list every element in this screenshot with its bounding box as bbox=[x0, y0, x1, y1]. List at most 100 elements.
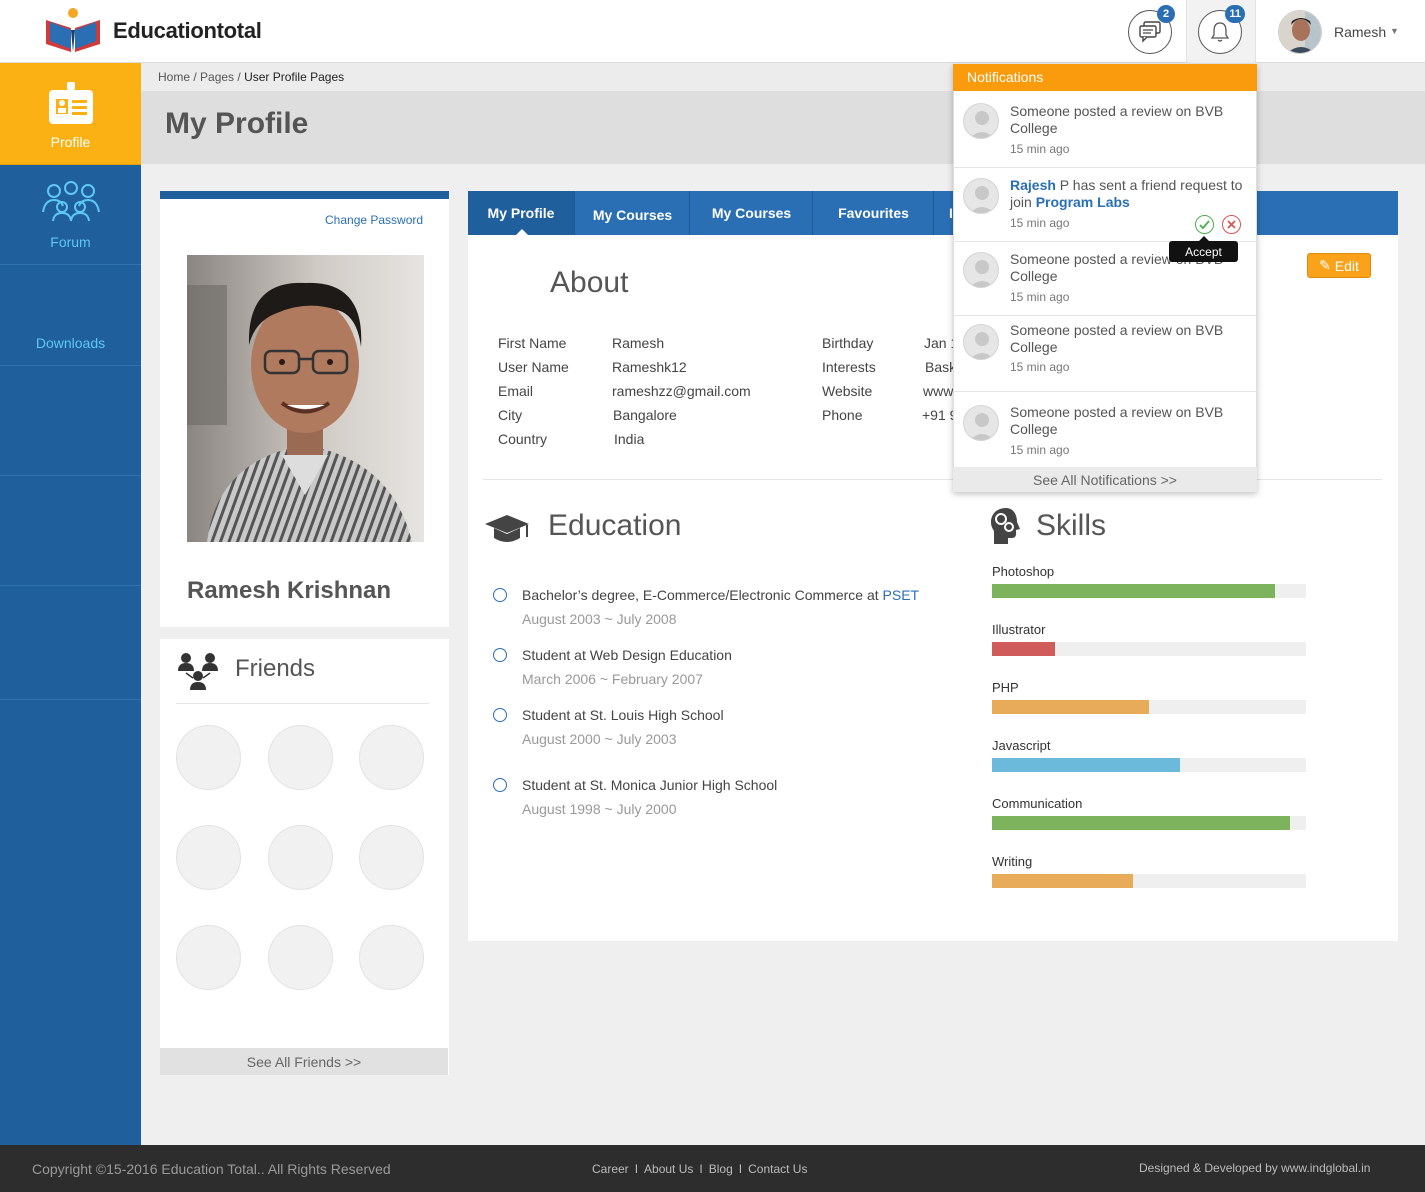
active-tab-indicator bbox=[516, 229, 528, 235]
timeline-dot bbox=[493, 778, 507, 792]
divider bbox=[176, 703, 429, 704]
friends-icon bbox=[177, 651, 219, 696]
reject-button[interactable] bbox=[1222, 215, 1241, 234]
footer-link-career[interactable]: Career bbox=[592, 1162, 629, 1176]
timeline-dot bbox=[493, 648, 507, 662]
check-icon bbox=[1199, 219, 1210, 229]
notifications-badge: 11 bbox=[1225, 5, 1245, 23]
skill-bar-fill bbox=[992, 642, 1055, 656]
skill-bar bbox=[992, 816, 1306, 830]
friend-avatar[interactable] bbox=[176, 725, 241, 790]
friends-title: Friends bbox=[235, 655, 316, 682]
friend-avatar[interactable] bbox=[268, 725, 333, 790]
friend-avatar[interactable] bbox=[268, 825, 333, 890]
messages-button[interactable]: 2 bbox=[1128, 5, 1175, 54]
footer-link-contact[interactable]: Contact Us bbox=[748, 1162, 807, 1176]
sidebar-item-label: Forum bbox=[50, 234, 91, 250]
see-all-notifications-link[interactable]: See All Notifications >> bbox=[953, 467, 1257, 492]
messages-badge: 2 bbox=[1157, 5, 1175, 23]
chat-icon bbox=[1139, 21, 1161, 43]
field-value: Bask bbox=[925, 359, 957, 375]
tab-label: My Courses bbox=[711, 205, 792, 221]
brand-name[interactable]: Educationtotal bbox=[113, 18, 262, 44]
skills-title: Skills bbox=[1036, 509, 1107, 542]
notification-avatar bbox=[963, 103, 999, 139]
sidebar-item-forum[interactable]: Forum bbox=[0, 165, 141, 265]
notification-item[interactable]: Someone posted a review on BVB College 1… bbox=[953, 316, 1257, 392]
see-all-friends-link[interactable]: See All Friends >> bbox=[160, 1048, 448, 1075]
field-value: rameshzz@gmail.com bbox=[612, 383, 751, 399]
brain-gears-icon bbox=[990, 507, 1022, 550]
timeline-dot bbox=[493, 708, 507, 722]
sidebar-item-empty[interactable] bbox=[0, 366, 141, 476]
sidebar: Profile Forum Downloads bbox=[0, 63, 141, 1145]
tab-my-courses-2[interactable]: My Courses bbox=[691, 191, 813, 235]
timeline-dot bbox=[493, 588, 507, 602]
user-name[interactable]: Ramesh bbox=[1334, 24, 1386, 40]
skill-name: Writing bbox=[992, 854, 1033, 869]
notifications-header: Notifications bbox=[953, 64, 1257, 91]
education-item-title: Bachelor’s degree, E-Commerce/Electronic… bbox=[522, 587, 920, 603]
field-label: First Name bbox=[498, 335, 567, 351]
skill-name: Illustrator bbox=[992, 622, 1046, 637]
tab-label: Favourites bbox=[838, 205, 909, 221]
footer-link-blog[interactable]: Blog bbox=[709, 1162, 733, 1176]
accept-button[interactable] bbox=[1195, 215, 1214, 234]
field-label: Email bbox=[498, 383, 534, 399]
skill-name: Javascript bbox=[992, 738, 1051, 753]
notification-item[interactable]: Someone posted a review on BVB College 1… bbox=[953, 392, 1257, 467]
education-item-dates: August 2003 ~ July 2008 bbox=[522, 611, 677, 627]
bell-icon bbox=[1210, 22, 1230, 42]
tab-my-courses[interactable]: My Courses bbox=[576, 191, 690, 235]
breadcrumb-home[interactable]: Home bbox=[158, 70, 190, 84]
field-value: Bangalore bbox=[613, 407, 677, 423]
notification-group-link[interactable]: Program Labs bbox=[1036, 194, 1130, 210]
tab-label: My Courses bbox=[592, 207, 673, 223]
sidebar-item-empty[interactable] bbox=[0, 586, 141, 700]
profile-full-name: Ramesh Krishnan bbox=[187, 577, 392, 604]
breadcrumb-pages[interactable]: Pages bbox=[200, 70, 234, 84]
friend-avatar[interactable] bbox=[176, 925, 241, 990]
education-link[interactable]: PSET bbox=[883, 587, 920, 603]
sidebar-item-profile[interactable]: Profile bbox=[0, 63, 141, 165]
footer-link-about[interactable]: About Us bbox=[644, 1162, 693, 1176]
education-item-dates: March 2006 ~ February 2007 bbox=[522, 671, 703, 687]
pencil-icon: ✎ bbox=[1319, 257, 1331, 273]
skill-bar-fill bbox=[992, 816, 1291, 830]
chevron-down-icon[interactable]: ▼ bbox=[1390, 26, 1399, 36]
close-icon bbox=[1227, 220, 1236, 229]
footer-links: Career I About Us I Blog I Contact Us bbox=[592, 1162, 808, 1176]
notification-time: 15 min ago bbox=[1010, 216, 1070, 230]
notification-time: 15 min ago bbox=[1010, 360, 1070, 374]
logo-icon[interactable] bbox=[42, 6, 104, 54]
notifications-button[interactable]: 11 bbox=[1198, 5, 1245, 54]
field-label: User Name bbox=[498, 359, 569, 375]
edit-label: Edit bbox=[1334, 257, 1359, 274]
notification-text: Someone posted a review on BVB College bbox=[1010, 322, 1224, 355]
friend-avatar[interactable] bbox=[359, 925, 424, 990]
friend-avatar[interactable] bbox=[359, 825, 424, 890]
about-title: About bbox=[550, 266, 629, 299]
notification-user-link[interactable]: Rajesh bbox=[1010, 177, 1056, 193]
tab-favourites[interactable]: Favourites bbox=[814, 191, 934, 235]
friend-avatar[interactable] bbox=[359, 725, 424, 790]
tab-more[interactable]: I bbox=[935, 191, 955, 235]
page-title: My Profile bbox=[165, 107, 309, 140]
skill-bar bbox=[992, 642, 1306, 656]
notification-item[interactable]: Someone posted a review on BVB College 1… bbox=[953, 92, 1257, 168]
designed-by-text[interactable]: Designed & Developed by www.indglobal.in bbox=[1139, 1161, 1370, 1175]
copyright-text: Copyright ©15-2016 Education Total.. All… bbox=[32, 1161, 391, 1177]
notification-text: Someone posted a review on BVB College bbox=[1010, 404, 1224, 437]
friend-avatar[interactable] bbox=[176, 825, 241, 890]
user-avatar[interactable] bbox=[1278, 10, 1322, 54]
notification-text: Rajesh P has sent a friend request to jo… bbox=[1010, 177, 1243, 210]
accept-tooltip: Accept bbox=[1169, 241, 1238, 262]
change-password-link[interactable]: Change Password bbox=[325, 213, 423, 227]
sidebar-item-downloads[interactable]: Downloads bbox=[0, 265, 141, 366]
skill-bar-fill bbox=[992, 584, 1275, 598]
sidebar-item-empty[interactable] bbox=[0, 476, 141, 586]
notification-avatar bbox=[963, 324, 999, 360]
friend-avatar[interactable] bbox=[268, 925, 333, 990]
edit-button[interactable]: ✎ Edit bbox=[1307, 253, 1371, 278]
breadcrumb: Home / Pages / User Profile Pages bbox=[158, 70, 345, 84]
